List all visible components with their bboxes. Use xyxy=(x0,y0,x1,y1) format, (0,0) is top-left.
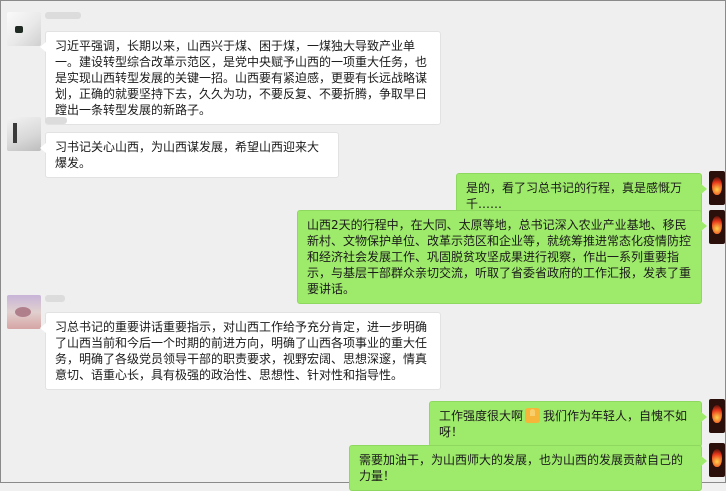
sender-name-blurred xyxy=(45,295,65,302)
message-text: 习近平强调，长期以来，山西兴于煤、困于煤，一煤独大导致产业单一。建设转型综合改革… xyxy=(55,39,428,117)
my-avatar[interactable] xyxy=(709,210,725,244)
message-text: 需要加油干，为山西师大的发展，也为山西的发展贡献自己的力量！ xyxy=(359,453,684,483)
contact-avatar[interactable] xyxy=(7,12,41,46)
message-bubble-incoming[interactable]: 习近平强调，长期以来，山西兴于煤、困于煤，一煤独大导致产业单一。建设转型综合改革… xyxy=(40,31,441,125)
message-bubble-outgoing[interactable]: 山西2天的行程中，在大同、太原等地，总书记深入农业产业基地、移民新村、文物保护单… xyxy=(297,210,707,304)
my-avatar[interactable] xyxy=(709,171,725,205)
contact-avatar[interactable] xyxy=(7,117,41,151)
message-text: 习书记关心山西，为山西谋发展，希望山西迎来大爆发。 xyxy=(55,140,320,170)
message-text: 山西2天的行程中，在大同、太原等地，总书记深入农业产业基地、移民新村、文物保护单… xyxy=(307,218,692,296)
message-text: 是的，看了习总书记的行程，真是感慨万千…… xyxy=(466,181,683,211)
message-bubble-incoming[interactable]: 习书记关心山西，为山西谋发展，希望山西迎来大爆发。 xyxy=(40,132,339,178)
message-bubble-outgoing[interactable]: 工作强度很大啊 我们作为年轻人，自愧不如呀！ xyxy=(429,401,707,447)
my-avatar[interactable] xyxy=(709,399,725,433)
message-text: 习总书记的重要讲话重要指示，对山西工作给予充分肯定，进一步明确了山西当前和今后一… xyxy=(55,320,428,382)
chat-window: 习近平强调，长期以来，山西兴于煤、困于煤，一煤独大导致产业单一。建设转型综合改革… xyxy=(0,0,726,491)
contact-avatar[interactable] xyxy=(7,295,41,329)
message-text-before: 工作强度很大啊 xyxy=(439,409,524,423)
sender-name-blurred xyxy=(45,117,67,124)
message-bubble-outgoing[interactable]: 需要加油干，为山西师大的发展，也为山西的发展贡献自己的力量！ xyxy=(349,445,707,491)
my-avatar[interactable] xyxy=(709,443,725,477)
thumbs-up-emoji xyxy=(525,408,541,423)
sender-name-blurred xyxy=(45,12,81,19)
message-bubble-incoming[interactable]: 习总书记的重要讲话重要指示，对山西工作给予充分肯定，进一步明确了山西当前和今后一… xyxy=(40,312,441,390)
